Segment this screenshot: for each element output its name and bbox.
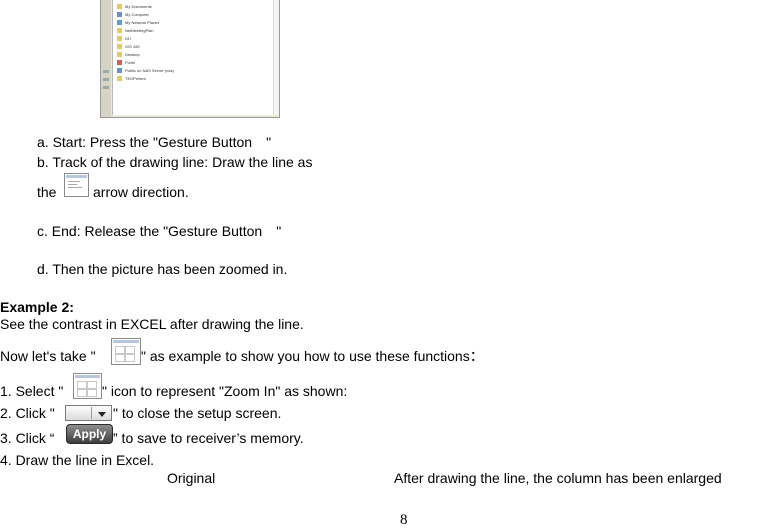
- now-text-suffix: " as example to show you how to use thes…: [141, 348, 484, 364]
- network-drive-icon: [117, 68, 122, 73]
- item-1-prefix: 1. Select ": [0, 383, 64, 399]
- tree-item: Desktop: [117, 51, 140, 58]
- chevron-down-icon: [98, 412, 106, 417]
- tree-item: Public on NAS Server (nas): [117, 67, 174, 74]
- apply-button: Apply: [66, 424, 113, 444]
- item-3-suffix: ” to save to receiver’s memory.: [113, 430, 304, 446]
- item-4: 4. Draw the line in Excel.: [0, 452, 155, 468]
- page-number: 8: [400, 512, 408, 528]
- caption-after: After drawing the line, the column has b…: [394, 470, 722, 486]
- close-setup-dropdown-button: [65, 405, 112, 421]
- step-b: b. Track of the drawing line: Draw the l…: [37, 154, 313, 170]
- tree-item: Fonts: [117, 59, 135, 66]
- folder-icon: [117, 36, 122, 41]
- screenshot-side-strip: [101, 0, 111, 117]
- example-intro: See the contrast in EXCEL after drawing …: [0, 316, 304, 332]
- zoom-in-icon: [73, 373, 102, 399]
- tree-item: DH: [117, 35, 131, 42]
- example-heading: Example 2:: [0, 299, 74, 315]
- tree-item: My Documents: [117, 3, 152, 10]
- tree-item: My Computer: [117, 11, 149, 18]
- step-b-the: the: [37, 184, 57, 200]
- folder-icon: [117, 52, 122, 57]
- folder-icon: [117, 76, 122, 81]
- step-d: d. Then the picture has been zoomed in.: [37, 261, 288, 277]
- tree-item: TEOPrblem: [117, 75, 146, 82]
- caption-original: Original: [167, 470, 216, 486]
- tree-item: GIS 280: [117, 43, 140, 50]
- item-1-suffix: " icon to represent "Zoom In" as shown:: [102, 383, 348, 399]
- item-3-prefix: 3. Click “: [0, 430, 55, 446]
- folder-icon: [117, 4, 122, 9]
- network-icon: [117, 20, 122, 25]
- tree-item: My Network Places: [117, 19, 159, 26]
- step-b-after: arrow direction.: [93, 184, 189, 200]
- scrollbar: [273, 0, 279, 115]
- step-a: a. Start: Press the "Gesture Button ": [37, 134, 272, 150]
- folder-tree-pane: My Documents My Computer My Network Plac…: [112, 0, 279, 115]
- explorer-screenshot: My Documents My Computer My Network Plac…: [100, 0, 280, 118]
- folder-icon: [117, 28, 122, 33]
- item-2-prefix: 2. Click ": [0, 405, 55, 421]
- folder-icon: [117, 44, 122, 49]
- step-c: c. End: Release the "Gesture Button ": [37, 223, 282, 239]
- computer-icon: [117, 12, 122, 17]
- zoom-function-icon: [111, 338, 141, 365]
- tree-item: NetMeetingPlan: [117, 27, 153, 34]
- item-2-suffix: " to close the setup screen.: [113, 405, 282, 421]
- fonts-icon: [117, 60, 122, 65]
- arrow-direction-icon: [64, 173, 89, 197]
- now-text-prefix: Now let's take ": [0, 348, 96, 364]
